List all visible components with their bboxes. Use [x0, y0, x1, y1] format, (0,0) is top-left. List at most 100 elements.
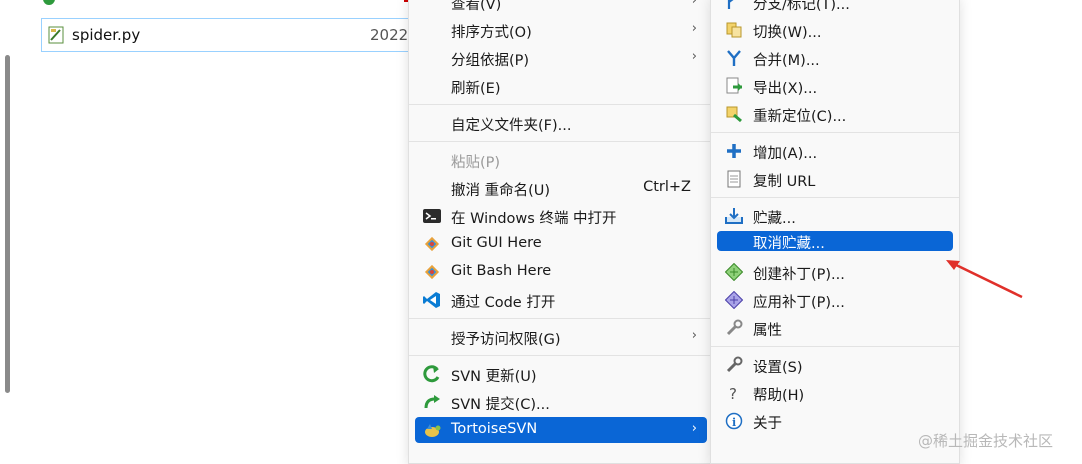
export-icon — [725, 77, 743, 95]
vscode-icon — [423, 291, 441, 309]
menu-item-undo-rename[interactable]: 撤消 重命名(U) Ctrl+Z — [415, 175, 707, 201]
menu-item-label: 复制 URL — [753, 174, 816, 190]
chevron-right-icon: › — [691, 49, 697, 64]
info-icon: i — [725, 412, 743, 430]
file-name: spider.py — [72, 26, 141, 44]
document-icon — [725, 170, 743, 188]
menu-item-label: 属性 — [753, 323, 782, 339]
menu-item-label: SVN 更新(U) — [451, 369, 537, 385]
menu-item-unshelve[interactable]: 取消贮藏... — [717, 231, 953, 252]
file-date: 2022 — [370, 26, 409, 44]
menu-item-switch[interactable]: 切换(W)... — [717, 17, 953, 43]
menu-item-properties[interactable]: 属性 — [717, 315, 953, 341]
menu-item-sort[interactable]: 排序方式(O) › — [415, 17, 707, 43]
menu-item-label: 帮助(H) — [753, 388, 805, 404]
menu-item-label: 刷新(E) — [451, 81, 501, 97]
git-bash-icon — [423, 263, 441, 281]
menu-item-apply-patch[interactable]: 应用补丁(P)... — [717, 287, 953, 313]
shelve-icon — [725, 207, 743, 225]
menu-item-label: 授予访问权限(G) — [451, 332, 561, 348]
menu-item-git-gui[interactable]: Git GUI Here — [415, 231, 707, 257]
menu-item-open-with-code[interactable]: 通过 Code 打开 — [415, 287, 707, 313]
menu-item-label: 创建补丁(P)... — [753, 267, 845, 283]
svn-update-icon — [423, 365, 441, 383]
menu-item-refresh[interactable]: 刷新(E) — [415, 73, 707, 99]
menu-item-label: 合并(M)... — [753, 53, 820, 69]
menu-item-svn-update[interactable]: SVN 更新(U) — [415, 361, 707, 387]
menu-item-label: 贮藏... — [753, 211, 796, 227]
file-row-spider[interactable]: spider.py 2022 — [41, 18, 411, 52]
annotation-arrow — [946, 260, 1023, 299]
menu-separator — [409, 318, 713, 319]
menu-item-shelve[interactable]: 贮藏... — [717, 203, 953, 229]
chevron-right-icon: › — [691, 328, 697, 343]
file-icon — [41, 0, 57, 5]
menu-item-relocate[interactable]: 重新定位(C)... — [717, 101, 953, 127]
menu-separator — [711, 346, 959, 347]
menu-item-label: 关于 — [753, 416, 782, 432]
shortcut-label: Ctrl+Z — [643, 179, 691, 195]
menu-item-customize-folder[interactable]: 自定义文件夹(F)... — [415, 110, 707, 136]
menu-item-tortoisesvn[interactable]: TortoiseSVN › — [415, 417, 707, 443]
menu-item-copy-url[interactable]: 复制 URL — [717, 166, 953, 192]
context-menu: 查看(V) › 排序方式(O) › 分组依据(P) › 刷新(E) 自定义文件夹… — [408, 0, 714, 464]
wrench-icon — [725, 319, 743, 337]
menu-item-label: 分组依据(P) — [451, 53, 530, 69]
vertical-scrollbar[interactable] — [5, 55, 10, 393]
chevron-right-icon: › — [691, 0, 697, 8]
menu-separator — [409, 355, 713, 356]
menu-item-create-patch[interactable]: 创建补丁(P)... — [717, 259, 953, 285]
menu-item-label: Git Bash Here — [451, 263, 552, 279]
menu-item-label: 取消贮藏... — [753, 236, 825, 252]
menu-item-label: 通过 Code 打开 — [451, 295, 556, 311]
menu-item-label: 撤消 重命名(U) — [451, 183, 551, 199]
python-file-icon — [48, 26, 64, 44]
menu-item-branch-tag[interactable]: 分支/标记(T)... — [717, 0, 953, 15]
menu-item-label: 导出(X)... — [753, 81, 818, 97]
merge-icon — [725, 49, 743, 67]
menu-item-label: 设置(S) — [753, 360, 803, 376]
menu-item-label: 重新定位(C)... — [753, 109, 847, 125]
svg-text:?: ? — [729, 385, 737, 402]
menu-item-label: 切换(W)... — [753, 25, 822, 41]
menu-item-view[interactable]: 查看(V) › — [415, 0, 707, 15]
menu-item-export[interactable]: 导出(X)... — [717, 73, 953, 99]
watermark: @稀土掘金技术社区 — [918, 432, 1054, 450]
menu-item-label: 在 Windows 终端 中打开 — [451, 211, 617, 227]
menu-item-group[interactable]: 分组依据(P) › — [415, 45, 707, 71]
menu-item-label: SVN 提交(C)... — [451, 397, 550, 413]
settings-wrench-icon — [725, 356, 743, 374]
menu-item-grant-access[interactable]: 授予访问权限(G) › — [415, 324, 707, 350]
branch-icon — [725, 0, 743, 11]
menu-separator — [409, 141, 713, 142]
menu-item-label: 应用补丁(P)... — [753, 295, 845, 311]
menu-item-label: 增加(A)... — [753, 146, 818, 162]
svg-text:i: i — [732, 416, 736, 429]
menu-item-label: 粘贴(P) — [451, 155, 501, 171]
menu-item-help[interactable]: ? 帮助(H) — [717, 380, 953, 406]
relocate-icon — [725, 105, 743, 123]
chevron-right-icon: › — [691, 21, 697, 36]
menu-item-git-bash[interactable]: Git Bash Here — [415, 259, 707, 285]
menu-separator — [409, 104, 713, 105]
svn-commit-icon — [423, 393, 441, 411]
menu-item-merge[interactable]: 合并(M)... — [717, 45, 953, 71]
menu-item-label: 排序方式(O) — [451, 25, 532, 41]
menu-item-label: 查看(V) — [451, 0, 502, 13]
menu-item-label: TortoiseSVN — [451, 421, 538, 437]
chevron-right-icon: › — [691, 421, 697, 436]
tortoisesvn-icon — [423, 421, 441, 439]
create-patch-icon — [724, 262, 744, 282]
tortoisesvn-submenu: 分支/标记(T)... 切换(W)... 合并(M)... 导出(X)... 重… — [710, 0, 960, 464]
menu-item-label: 自定义文件夹(F)... — [451, 118, 572, 134]
menu-item-svn-commit[interactable]: SVN 提交(C)... — [415, 389, 707, 415]
switch-icon — [725, 21, 743, 39]
menu-item-label: 分支/标记(T)... — [753, 0, 850, 13]
menu-item-paste[interactable]: 粘贴(P) — [415, 147, 707, 173]
menu-item-open-terminal[interactable]: 在 Windows 终端 中打开 — [415, 203, 707, 229]
menu-item-settings[interactable]: 设置(S) — [717, 352, 953, 378]
git-gui-icon — [423, 235, 441, 253]
menu-separator — [711, 197, 959, 198]
apply-patch-icon — [724, 290, 744, 310]
menu-item-add[interactable]: 增加(A)... — [717, 138, 953, 164]
